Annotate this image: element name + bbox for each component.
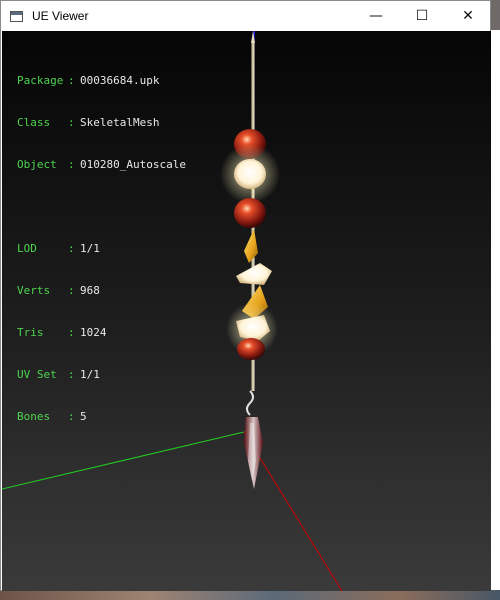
close-button[interactable]: ✕ bbox=[445, 1, 491, 31]
info-label-uvset: UV Set bbox=[17, 368, 57, 381]
info-value-package: 00036684.upk bbox=[80, 74, 160, 87]
mesh-info-overlay: Package:00036684.upk Class: SkeletalMesh … bbox=[17, 74, 186, 423]
orange-piece bbox=[237, 338, 265, 360]
info-value-lod: 1/1 bbox=[80, 242, 100, 255]
info-label-bones: Bones bbox=[17, 410, 51, 423]
window-title: UE Viewer bbox=[32, 9, 89, 23]
info-label-verts: Verts bbox=[17, 284, 51, 297]
info-value-tris: 1024 bbox=[80, 326, 107, 339]
info-label-class: Class bbox=[17, 116, 51, 129]
info-value-uvset: 1/1 bbox=[80, 368, 100, 381]
title-bar[interactable]: UE Viewer — ☐ ✕ bbox=[1, 1, 490, 31]
info-value-class: SkeletalMesh bbox=[80, 116, 160, 129]
info-label-object: Object bbox=[17, 158, 57, 171]
minimize-button[interactable]: — bbox=[353, 1, 399, 31]
3d-viewport[interactable]: Package:00036684.upk Class: SkeletalMesh … bbox=[2, 31, 491, 591]
melon-piece bbox=[236, 263, 272, 285]
app-icon bbox=[10, 10, 23, 22]
info-value-bones: 5 bbox=[80, 410, 87, 423]
background-window-fragment-right bbox=[491, 30, 500, 600]
maximize-button[interactable]: ☐ bbox=[399, 1, 445, 31]
cherry-piece bbox=[234, 198, 266, 228]
mango-piece bbox=[244, 229, 258, 263]
info-value-verts: 968 bbox=[80, 284, 100, 297]
pear-piece bbox=[234, 159, 266, 189]
info-label-package: Package bbox=[17, 74, 64, 87]
desktop-wallpaper-strip bbox=[0, 590, 500, 600]
info-label-lod: LOD bbox=[17, 242, 37, 255]
ue-viewer-window: UE Viewer — ☐ ✕ Package: 00036684.upk C… bbox=[0, 0, 491, 591]
info-value-object: 010280_Autoscale bbox=[80, 158, 186, 171]
info-label-tris: Tris bbox=[17, 326, 44, 339]
